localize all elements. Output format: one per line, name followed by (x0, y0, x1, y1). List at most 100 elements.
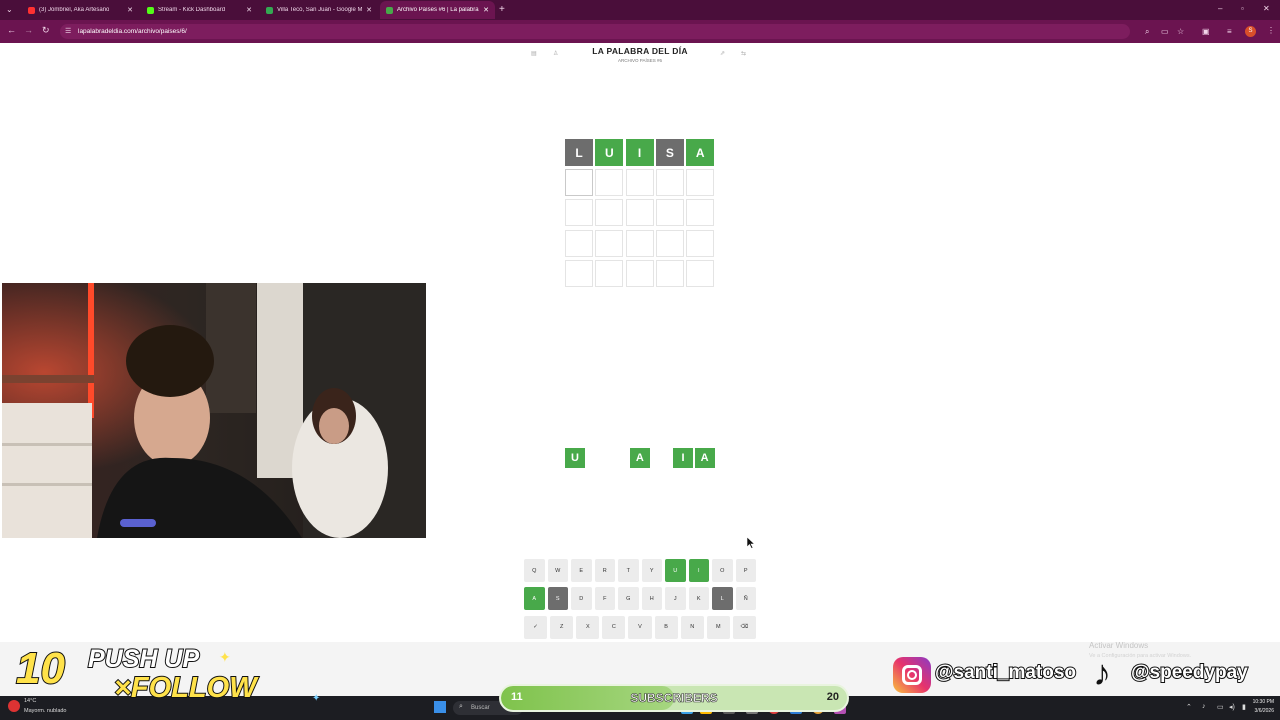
board-tile: S (655, 139, 684, 166)
cast-icon[interactable]: ▭ (1161, 27, 1169, 36)
browser-tab[interactable]: Villa Tecó, San Juan - Google M ✕ (260, 1, 378, 19)
key-q[interactable]: Q (524, 559, 545, 582)
browser-tab[interactable]: Stream - Kick Dashboard ✕ (141, 1, 258, 19)
zoom-icon[interactable]: ⌕ (1145, 27, 1149, 37)
sparkle-icon: ✦ (312, 693, 321, 704)
key-s[interactable]: S (547, 587, 568, 611)
subscriber-goal: 20 (826, 691, 839, 703)
mic-icon[interactable]: ♪ (1202, 703, 1206, 710)
key-x[interactable]: X (576, 615, 600, 639)
key-h[interactable]: H (641, 587, 662, 611)
key-ñ[interactable]: Ñ (735, 587, 756, 611)
board-tile (625, 199, 654, 227)
key-i[interactable]: I (688, 559, 709, 582)
stats-icon[interactable]: ⇗ (720, 50, 725, 57)
key-g[interactable]: G (618, 587, 639, 611)
reload-icon[interactable]: ↻ (42, 25, 50, 36)
back-icon[interactable]: ← (7, 25, 16, 35)
key-w[interactable]: W (547, 559, 568, 582)
key-j[interactable]: J (665, 587, 686, 611)
hint-tile: A (694, 448, 715, 468)
close-window-icon[interactable]: ✕ (1263, 4, 1270, 13)
sidebar-icon[interactable]: ≡ (1227, 27, 1232, 36)
profile-avatar[interactable]: S (1245, 26, 1256, 37)
tab-favicon-icon (147, 6, 154, 14)
search-icon: ⌕ (459, 703, 463, 710)
key-b[interactable]: B (654, 615, 678, 639)
enter-key[interactable]: ✓ (524, 615, 548, 639)
key-r[interactable]: R (594, 559, 615, 582)
board-tile (625, 169, 654, 197)
forward-icon[interactable]: → (24, 25, 33, 35)
weather-temp: 14°C (24, 698, 37, 704)
tab-close-icon[interactable]: ✕ (479, 6, 489, 14)
board-tile (565, 259, 593, 287)
board-tile (655, 169, 684, 197)
board-tile (625, 229, 654, 257)
hint-tile (651, 448, 672, 468)
key-k[interactable]: K (688, 587, 709, 611)
user-icon[interactable]: ♙ (553, 50, 558, 57)
weather-desc: Mayorm. nublado (24, 708, 67, 714)
tab-close-icon[interactable]: ✕ (242, 6, 252, 14)
clock-date: 3/6/2026 (1254, 708, 1274, 714)
key-l[interactable]: L (712, 587, 733, 611)
hint-tile: I (673, 448, 693, 468)
minimize-icon[interactable]: – (1218, 4, 1222, 13)
key-u[interactable]: U (665, 559, 686, 582)
hint-tile (608, 448, 629, 468)
extensions-icon[interactable]: ▣ (1202, 27, 1210, 36)
key-f[interactable]: F (594, 587, 615, 611)
game-title: LA PALABRA DEL DÍA (592, 46, 688, 56)
menu-icon[interactable]: ⋮ (1267, 26, 1275, 35)
maximize-icon[interactable]: ▫ (1241, 4, 1244, 13)
key-d[interactable]: D (571, 587, 592, 611)
webcam-feed (2, 283, 426, 538)
tray-chevron-icon[interactable]: ⌃ (1186, 703, 1192, 711)
clock-time: 10:30 PM (1252, 699, 1274, 705)
key-m[interactable]: M (706, 615, 730, 639)
key-p[interactable]: P (735, 559, 756, 582)
key-v[interactable]: V (628, 615, 652, 639)
tab-title: Archivo Países #6 | La palabra d (397, 7, 480, 13)
new-tab-icon[interactable]: + (499, 4, 505, 15)
archive-icon[interactable]: ▤ (531, 50, 537, 57)
board-tile: L (565, 139, 593, 166)
volume-icon[interactable]: ◂) (1229, 703, 1235, 711)
tiktok-handle: @speedypay (1130, 661, 1249, 684)
tab-favicon-icon (266, 6, 273, 14)
board-tile (686, 229, 715, 257)
key-t[interactable]: T (618, 559, 639, 582)
pushup-number: 10 (15, 643, 66, 694)
board-tile (565, 199, 593, 227)
key-n[interactable]: N (680, 615, 704, 639)
settings-icon[interactable]: ⇆ (741, 50, 746, 57)
browser-tab[interactable]: (3) Jombriel, Aka Artesano ✕ (22, 1, 139, 19)
key-o[interactable]: O (712, 559, 733, 582)
key-e[interactable]: E (571, 559, 592, 582)
board-tile (595, 259, 624, 287)
tab-favicon-icon (28, 6, 35, 14)
board-tile: U (595, 139, 624, 166)
board-tile (565, 169, 593, 197)
key-y[interactable]: Y (641, 559, 662, 582)
instagram-handle: @santi_matoso (934, 661, 1077, 684)
backspace-key[interactable]: ⌫ (732, 615, 756, 639)
site-info-icon[interactable]: ☰ (65, 27, 71, 35)
tab-title: Villa Tecó, San Juan - Google M (277, 7, 363, 13)
key-z[interactable]: Z (550, 615, 574, 639)
windows-start-icon[interactable] (434, 701, 446, 713)
url-input[interactable]: lapalabradeldia.com/archivo/paises/6/ (60, 24, 1130, 39)
instagram-icon (893, 657, 931, 693)
tab-list-icon[interactable]: ⌄ (6, 5, 13, 14)
browser-tab[interactable]: Archivo Países #6 | La palabra d ✕ (380, 1, 495, 19)
network-icon[interactable]: ▭ (1217, 703, 1224, 711)
tab-close-icon[interactable]: ✕ (362, 6, 372, 14)
pushup-text: PUSH UP (87, 644, 200, 674)
tab-close-icon[interactable]: ✕ (123, 6, 133, 14)
board-tile (565, 229, 593, 257)
key-a[interactable]: A (524, 587, 545, 611)
key-c[interactable]: C (602, 615, 626, 639)
subscriber-goal-bar: 11 SUBSCRIBERS 20 (499, 684, 849, 712)
bookmark-star-icon[interactable]: ☆ (1177, 27, 1184, 36)
